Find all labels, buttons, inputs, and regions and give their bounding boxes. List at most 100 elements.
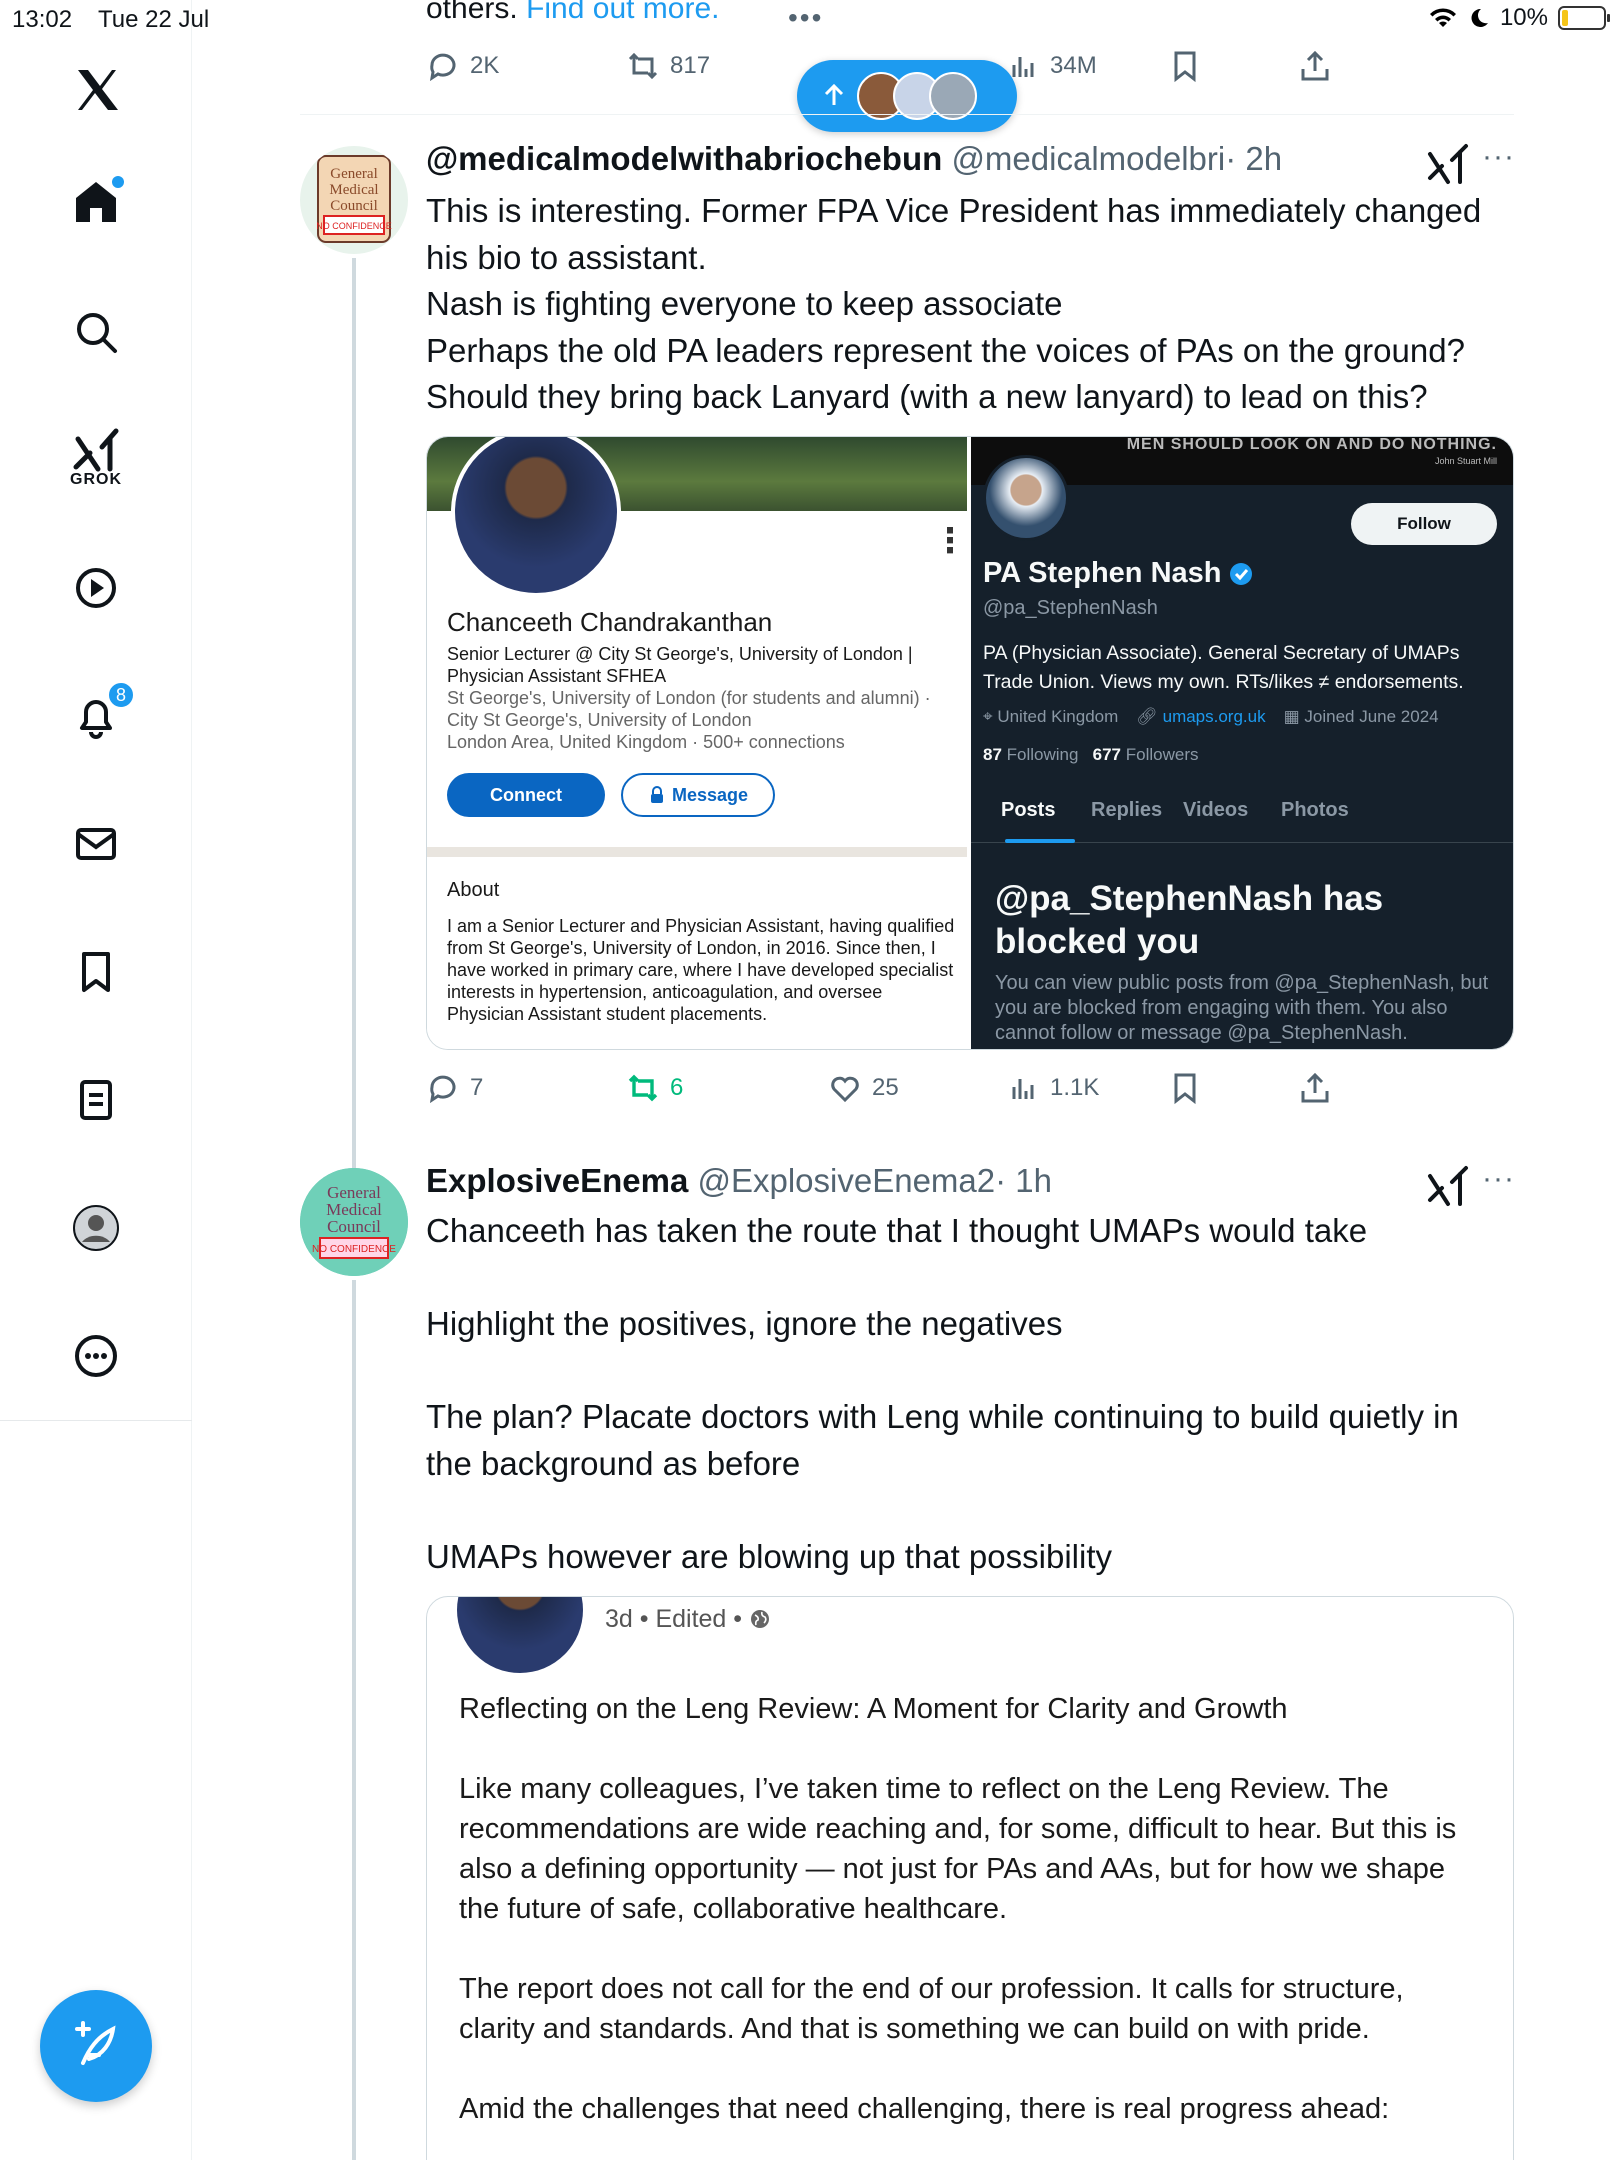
kebab-menu-icon: ⋮ — [933, 522, 967, 560]
retweet-button[interactable]: 817 — [626, 49, 710, 83]
active-tab-underline — [1005, 839, 1075, 843]
linkedin-meta: St George's, University of London (for s… — [447, 688, 931, 752]
home-new-dot — [112, 176, 124, 188]
battery-icon — [1558, 6, 1610, 30]
bookmark-button[interactable] — [1168, 49, 1202, 83]
x-profile-name-text: PA Stephen Nash — [983, 557, 1222, 589]
tweet-time[interactable]: · 1h — [995, 1162, 1052, 1199]
tweet-time[interactable]: · 2h — [1225, 140, 1282, 177]
x-logo-icon[interactable] — [56, 50, 136, 130]
tweet-separator — [300, 114, 1514, 115]
author-name[interactable]: @medicalmodelwithabriochebun — [426, 140, 942, 177]
following-count: 87 — [983, 745, 1002, 764]
previous-tweet-tail: others. Find out more. — [426, 0, 719, 26]
sidebar: GROK 8 — [0, 0, 192, 2160]
reply-count: 2K — [470, 52, 500, 79]
x-profile-handle: @pa_StephenNash — [983, 597, 1158, 619]
lists-icon[interactable] — [56, 1060, 136, 1140]
views-count: 34M — [1050, 52, 1097, 79]
new-posts-pill[interactable] — [797, 60, 1017, 132]
quoted-meta-text: 3d • Edited • — [605, 1605, 743, 1633]
messages-envelope-icon[interactable] — [56, 804, 136, 884]
quoted-meta: 3d • Edited • — [605, 1605, 771, 1634]
svg-text:NO CONFIDENCE: NO CONFIDENCE — [316, 221, 392, 231]
tweet1-header: @medicalmodelwithabriochebun @medicalmod… — [426, 140, 1282, 178]
bookmark-icon — [1174, 51, 1196, 83]
tweet1-text: This is interesting. Former FPA Vice Pre… — [426, 192, 1482, 415]
reply-button[interactable]: 2K — [426, 49, 499, 83]
joined-item: ▦ Joined June 2024 — [1284, 707, 1439, 727]
grok-explain-icon[interactable] — [1426, 1164, 1470, 1208]
lock-icon — [650, 786, 663, 803]
x-profile-tabs: Posts Replies Videos Photos — [971, 785, 1513, 843]
linkedin-profile-photo — [451, 437, 621, 597]
retweet-button[interactable]: 6 — [626, 1071, 683, 1105]
location-text: United Kingdom — [997, 707, 1119, 726]
new-posts-avatars — [857, 72, 977, 120]
grok-icon[interactable]: GROK — [56, 418, 136, 498]
arrow-up-icon — [824, 83, 844, 105]
tab-photos: Photos — [1281, 799, 1349, 821]
find-out-more-link[interactable]: Find out more. — [526, 0, 719, 25]
svg-text:General: General — [330, 166, 377, 182]
following-label: Following — [1006, 745, 1079, 764]
home-icon[interactable] — [56, 162, 136, 242]
views-bars-icon — [1012, 1079, 1034, 1099]
reply-button[interactable]: 7 — [426, 1071, 483, 1105]
like-button[interactable]: 25 — [828, 1071, 899, 1105]
tweet-more-icon[interactable]: ··· — [1482, 140, 1515, 174]
timeline: others. Find out more. 2K 817 34M Genera… — [300, 0, 1514, 2160]
x-profile-photo — [983, 455, 1069, 541]
bookmark-icon — [1174, 1073, 1196, 1105]
share-icon — [1301, 50, 1329, 81]
blocked-title: @pa_StephenNash has blocked you — [995, 879, 1384, 961]
profile-avatar-icon[interactable] — [56, 1188, 136, 1268]
tweet2-quoted-card[interactable]: 3d • Edited • Reflecting on the Leng Rev… — [426, 1596, 1514, 2160]
tweet1-media[interactable]: ⋮ Chanceeth Chandrakanthan Senior Lectur… — [426, 436, 1514, 1050]
banner-quote: MEN SHOULD LOOK ON AND DO NOTHING. — [1126, 436, 1497, 453]
location-pin-icon: ⌖ — [983, 707, 993, 726]
bookmark-button[interactable] — [1168, 1071, 1202, 1105]
x-profile-bio: PA (Physician Associate). General Secret… — [983, 642, 1464, 693]
previous-tweet-text: others. — [426, 0, 518, 25]
linkedin-connect-button: Connect — [447, 773, 605, 817]
notifications-bell-icon[interactable]: 8 — [56, 676, 136, 756]
linkedin-about-title: About — [447, 879, 500, 901]
avatar-medicalmodel[interactable]: General Medical Council NO CONFIDENCE — [300, 146, 408, 254]
share-button[interactable] — [1298, 1071, 1332, 1105]
quoted-text: Reflecting on the Leng Review: A Moment … — [459, 1693, 1457, 2125]
heart-icon — [831, 1076, 859, 1103]
svg-text:Council: Council — [330, 198, 378, 214]
bookmarks-icon[interactable] — [56, 932, 136, 1012]
verified-badge-icon — [1229, 562, 1252, 585]
tweet-more-icon[interactable]: ··· — [1482, 1162, 1515, 1196]
website-link: umaps.org.uk — [1162, 707, 1266, 726]
quoted-author-photo — [457, 1597, 583, 1673]
linkedin-about-text: I am a Senior Lecturer and Physician Ass… — [447, 916, 955, 1024]
svg-text:Council: Council — [327, 1217, 381, 1236]
x-profile-name: PA Stephen Nash — [983, 557, 1254, 590]
more-options-icon[interactable] — [56, 1316, 136, 1396]
views-button[interactable]: 34M — [1006, 49, 1097, 83]
author-handle[interactable]: @ExplosiveEnema2 — [697, 1162, 995, 1199]
reply-icon — [429, 53, 456, 82]
share-button[interactable] — [1298, 49, 1332, 83]
linkedin-message-label: Message — [671, 784, 749, 805]
linkedin-name: Chanceeth Chandrakanthan — [447, 607, 773, 637]
views-count: 1.1K — [1050, 1074, 1100, 1101]
followers-count: 677 — [1092, 745, 1122, 764]
avatar-explosiveenema[interactable]: General Medical Council NO CONFIDENCE — [300, 1168, 408, 1276]
notification-badge: 8 — [106, 680, 136, 710]
views-button[interactable]: 1.1K — [1006, 1071, 1099, 1105]
video-icon[interactable] — [56, 548, 136, 628]
linkedin-screenshot: ⋮ Chanceeth Chandrakanthan Senior Lectur… — [427, 437, 967, 1049]
tweet1-actions: 7 6 25 1.1K — [426, 1064, 1514, 1112]
like-count: 25 — [872, 1074, 899, 1101]
reply-count: 7 — [470, 1074, 484, 1101]
linkedin-headline: Senior Lecturer @ City St George's, Univ… — [447, 644, 913, 686]
search-icon[interactable] — [56, 292, 136, 372]
author-name[interactable]: ExplosiveEnema — [426, 1162, 688, 1199]
grok-explain-icon[interactable] — [1426, 142, 1470, 186]
author-handle[interactable]: @medicalmodelbri — [951, 140, 1225, 177]
compose-button[interactable] — [40, 1990, 152, 2102]
